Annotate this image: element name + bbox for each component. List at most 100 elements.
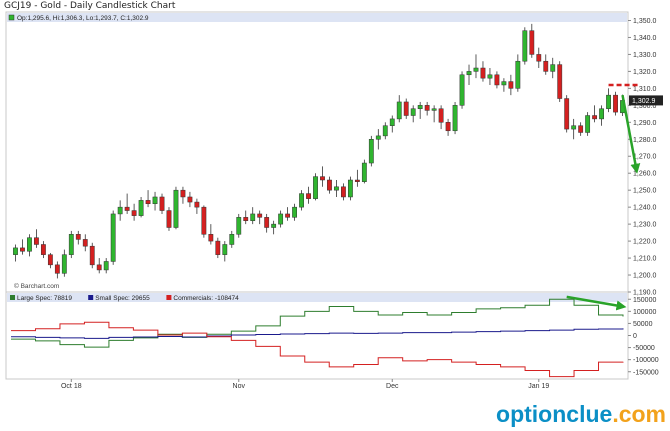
barchart-credit: © Barchart.com <box>14 282 59 290</box>
candle-body <box>257 213 263 218</box>
candle-body <box>347 179 353 198</box>
candle-body <box>145 200 151 205</box>
candle-body <box>68 234 74 255</box>
candle-body <box>173 189 179 228</box>
candle-body <box>222 244 228 255</box>
price-y-tick-label: 1,230.0 <box>633 222 656 229</box>
candle-body <box>473 67 479 72</box>
candle-body <box>431 108 437 111</box>
candle-body <box>599 108 604 120</box>
candle-body <box>515 60 521 89</box>
candle-body <box>278 213 284 225</box>
candle-body <box>389 118 395 126</box>
legend-swatch <box>10 295 15 300</box>
candle-body <box>110 213 116 262</box>
price-y-tick-label: 1,270.0 <box>633 154 656 161</box>
candle-body <box>208 234 214 242</box>
candle-body <box>445 122 451 132</box>
chart-frame: GCJ19 - Gold - Daily Candlestick Chart 1… <box>0 0 670 431</box>
candle-body <box>613 94 618 113</box>
ohlc-swatch <box>8 14 15 21</box>
candle-body <box>341 186 346 198</box>
candle-body <box>313 176 318 199</box>
candle-body <box>243 217 249 221</box>
candle-body <box>522 30 528 62</box>
candle-body <box>124 206 130 211</box>
legend-swatch <box>166 295 172 300</box>
candle-body <box>54 264 60 274</box>
price-y-tick-label: 1,310.0 <box>633 86 656 93</box>
cot-y-tick-label: 50000 <box>633 321 653 328</box>
chart-svg: 1,350.01,340.01,330.01,320.01,310.01,300… <box>5 11 663 390</box>
candle-body <box>508 81 514 89</box>
candle-body <box>459 74 465 106</box>
price-y-tick-label: 1,280.0 <box>633 137 656 144</box>
candle-body <box>592 115 598 120</box>
candle-body <box>410 108 416 116</box>
candle-body <box>27 237 32 252</box>
candle-body <box>34 237 39 245</box>
candle-body <box>494 74 500 86</box>
ohlc-label: Op:1,295.6, Hi:1,306.3, Lo:1,293.7, C:1,… <box>17 15 149 22</box>
candle-body <box>480 67 486 79</box>
last-price-label: 1,302.9 <box>632 98 655 105</box>
candle-body <box>334 186 339 191</box>
candle-body <box>417 105 423 109</box>
candle-body <box>271 223 277 228</box>
price-y-tick-label: 1,210.0 <box>633 256 656 263</box>
price-y-tick-label: 1,260.0 <box>633 171 656 178</box>
candle-body <box>543 60 549 72</box>
candle-body <box>75 234 81 240</box>
candle-body <box>229 234 235 245</box>
candle-body <box>13 247 18 255</box>
price-y-tick-label: 1,340.0 <box>633 35 656 42</box>
candle-body <box>382 125 388 137</box>
candle-body <box>96 264 102 271</box>
candle-body <box>424 105 430 111</box>
cot-y-tick-label: 150000 <box>633 297 656 304</box>
candle-body <box>180 189 186 198</box>
x-tick-label: Dec <box>386 383 399 390</box>
cot-y-tick-label: -50000 <box>633 345 655 352</box>
candle-body <box>606 94 611 109</box>
price-y-tick-label: 1,290.0 <box>633 120 656 127</box>
cot-y-tick-label: 0 <box>633 333 637 340</box>
candle-body <box>292 206 297 218</box>
candle-body <box>361 162 367 182</box>
candle-body <box>327 179 332 191</box>
candle-body <box>20 247 25 252</box>
candle-body <box>320 176 325 181</box>
candle-body <box>194 201 200 208</box>
price-y-tick-label: 1,320.0 <box>633 69 656 76</box>
x-tick-label: Oct 18 <box>61 383 82 390</box>
candle-body <box>131 210 137 216</box>
candle-body <box>47 254 53 266</box>
candle-body <box>571 125 577 130</box>
price-y-tick-label: 1,330.0 <box>633 52 656 59</box>
candle-body <box>403 101 409 116</box>
watermark-logo: optionclue.com <box>496 401 666 428</box>
cot-y-tick-label: 100000 <box>633 309 656 316</box>
candle-body <box>536 54 542 62</box>
cot-y-tick-label: -100000 <box>633 357 659 364</box>
candle-body <box>103 261 109 271</box>
candle-body <box>354 179 360 182</box>
candle-body <box>236 217 242 235</box>
candle-body <box>117 206 123 215</box>
candle-body <box>250 213 256 221</box>
candle-body <box>152 196 158 205</box>
candle-body <box>501 81 507 86</box>
candle-body <box>585 115 591 133</box>
candle-body <box>215 240 221 255</box>
candle-body <box>487 74 493 79</box>
price-y-tick-label: 1,220.0 <box>633 239 656 246</box>
candle-body <box>89 245 95 266</box>
candle-body <box>578 125 584 133</box>
legend-entry: Commercials: -108474 <box>173 295 239 302</box>
candle-body <box>187 196 193 203</box>
candle-body <box>159 196 165 211</box>
candle-body <box>82 239 88 247</box>
candle-body <box>285 213 291 218</box>
candle-body <box>438 108 444 123</box>
legend-entry: Large Spec: 78819 <box>17 295 72 302</box>
